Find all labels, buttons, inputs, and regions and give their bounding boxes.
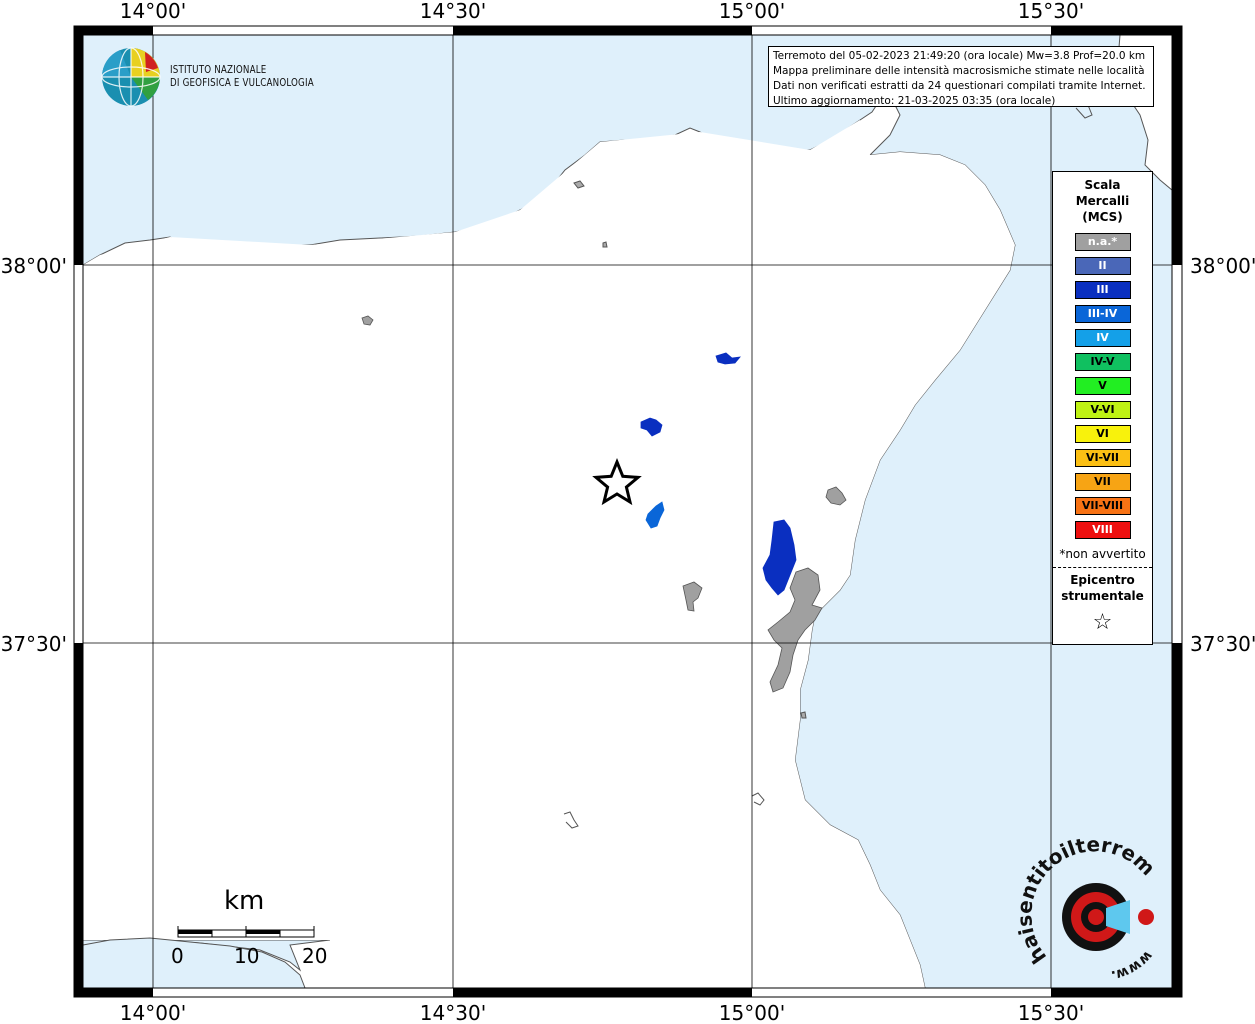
scale-unit: km (224, 886, 265, 916)
legend-title-2: Mercalli (1075, 194, 1130, 208)
scale-label-20: 20 (302, 944, 328, 968)
legend-item: III-IV (1074, 305, 1131, 323)
legend-note: *non avvertito (1059, 547, 1146, 561)
event-info-box: Terremoto del 05-02-2023 21:49:20 (ora l… (768, 46, 1154, 107)
legend-item: III (1074, 281, 1131, 299)
islet-3 (800, 711, 807, 719)
scale-label-0: 0 (171, 944, 184, 968)
mcs-legend: Scala Mercalli (MCS) n.a.* II III III-IV IV I… (1052, 171, 1153, 645)
legend-item: VI (1074, 425, 1131, 443)
right-label-2: 37°30' (1190, 632, 1255, 656)
top-label-1: 14°00' (120, 0, 186, 23)
legend-item: IV-V (1074, 353, 1131, 371)
bottom-label-3: 15°00' (719, 1001, 785, 1024)
legend-item: V-VI (1074, 401, 1131, 419)
left-label-2: 37°30' (1, 632, 67, 656)
legend-item: VIII (1074, 521, 1131, 539)
legend-title-3: (MCS) (1082, 210, 1123, 224)
islet-2 (602, 241, 608, 248)
legend-item: n.a.* (1074, 233, 1131, 251)
legend-item: IV (1074, 329, 1131, 347)
legend-epicenter-1: Epicentro (1070, 573, 1135, 587)
legend-star-icon: ☆ (1092, 610, 1113, 635)
top-label-2: 14°30' (420, 0, 486, 23)
legend-epicenter: Epicentro strumentale (1053, 572, 1152, 604)
bottom-label-2: 14°30' (420, 1001, 486, 1024)
legend-title: Scala Mercalli (MCS) (1053, 177, 1152, 225)
legend-item: II (1074, 257, 1131, 275)
info-line-2: Mappa preliminare delle intensità macros… (773, 65, 1145, 77)
info-line-4: Ultimo aggiornamento: 21-03-2025 03:35 (… (773, 95, 1056, 107)
info-line-3: Dati non verificati estratti da 24 quest… (773, 80, 1146, 92)
ingv-logo-globe (101, 47, 161, 107)
legend-item: VII-VIII (1074, 497, 1131, 515)
left-label-1: 38°00' (1, 254, 67, 278)
ingv-line-2: DI GEOFISICA E VULCANOLOGIA (170, 76, 314, 89)
info-line-1: Terremoto del 05-02-2023 21:49:20 (ora l… (773, 50, 1146, 62)
legend-item: VII (1074, 473, 1131, 491)
scale-label-10: 10 (234, 944, 260, 968)
top-label-3: 15°00' (719, 0, 785, 23)
bottom-label-1: 14°00' (120, 1001, 186, 1024)
legend-title-1: Scala (1084, 178, 1121, 192)
legend-item: V (1074, 377, 1131, 395)
top-label-4: 15°30' (1018, 0, 1084, 23)
ingv-line-1: ISTITUTO NAZIONALE (170, 63, 267, 76)
legend-items: n.a.* II III III-IV IV IV-V V V-VI VI VI-VII VII VI… (1053, 233, 1152, 539)
ingv-logo-text: ISTITUTO NAZIONALE DI GEOFISICA E VULCAN… (170, 63, 314, 89)
legend-epicenter-2: strumentale (1061, 589, 1144, 603)
legend-separator (1053, 567, 1152, 568)
legend-item: VI-VII (1074, 449, 1131, 467)
right-label-1: 38°00' (1190, 254, 1255, 278)
bottom-label-4: 15°30' (1018, 1001, 1084, 1024)
